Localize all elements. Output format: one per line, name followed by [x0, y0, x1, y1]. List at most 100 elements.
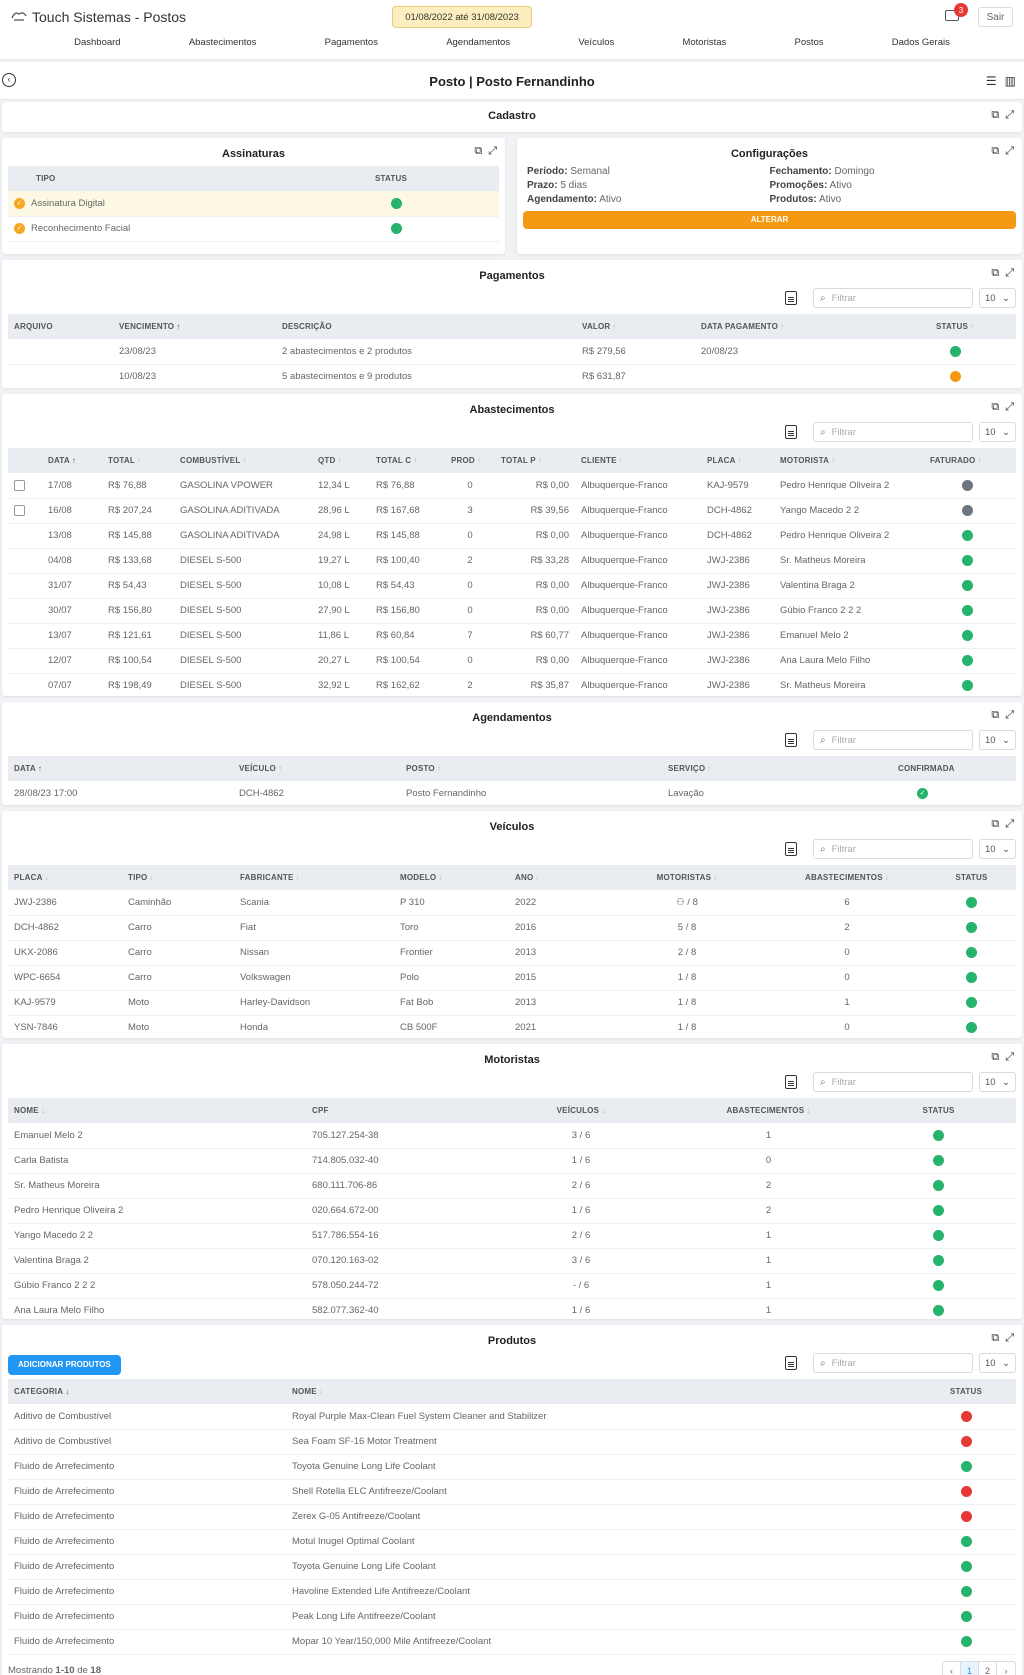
nav-veiculos[interactable]: Veículos: [578, 37, 614, 48]
nav-agendamentos[interactable]: Agendamentos: [446, 37, 510, 48]
table-row[interactable]: 30/07 R$ 156,80 DIESEL S-500 27,90 L R$ 156,…: [8, 598, 1016, 624]
list-view-icon[interactable]: ☰: [986, 74, 997, 88]
expand-icon[interactable]: ⧉: [991, 1332, 999, 1345]
nav-pagamentos[interactable]: Pagamentos: [325, 37, 378, 48]
col-data-pagamento[interactable]: DATA PAGAMENTO ↑: [695, 314, 930, 339]
expand-icon[interactable]: ⧉: [991, 109, 999, 122]
table-row[interactable]: ✓ Assinatura Digital: [8, 191, 499, 217]
col-status[interactable]: STATUS: [861, 1098, 1016, 1123]
export-icon[interactable]: [785, 842, 797, 856]
table-row[interactable]: Fluido de Arrefecimento Toyota Genuine Lo…: [8, 1554, 1016, 1580]
table-row[interactable]: 16/08 R$ 207,24 GASOLINA ADITIVADA 28,96 LR…: [8, 498, 1016, 524]
nav-postos[interactable]: Postos: [795, 37, 824, 48]
filter-input[interactable]: ⌕ Filtrar: [813, 422, 973, 442]
export-icon[interactable]: [785, 1075, 797, 1089]
table-row[interactable]: 31/07 R$ 54,43 DIESEL S-500 10,08 L R$ 54,43…: [8, 573, 1016, 599]
table-row[interactable]: Aditivo de Combustível Sea Foam SF-16 Mot…: [8, 1429, 1016, 1455]
col-status[interactable]: STATUS: [927, 865, 1016, 890]
date-range-picker[interactable]: 01/08/2022 até 31/08/2023: [392, 6, 532, 28]
page-size-select[interactable]: 10 ⌄: [979, 422, 1016, 442]
page-1-button[interactable]: 1: [961, 1661, 979, 1675]
table-row[interactable]: KAJ-9579 Moto Harley-Davidson Fat Bob 2013 1 …: [8, 990, 1016, 1016]
col-modelo[interactable]: MODELO ↓: [394, 865, 509, 890]
table-row[interactable]: Ana Laura Melo Filho 582.077.362-40 1 / 61: [8, 1298, 1016, 1324]
prev-page-button[interactable]: ‹: [943, 1661, 961, 1675]
notifications-icon[interactable]: 3: [945, 3, 968, 21]
col-status[interactable]: STATUS: [369, 166, 499, 191]
col-nome[interactable]: NOME ↓: [286, 1379, 916, 1404]
col-total[interactable]: TOTAL ↑: [102, 448, 174, 473]
page-size-select[interactable]: 10 ⌄: [979, 839, 1016, 859]
col-data[interactable]: DATA ↑: [42, 448, 102, 473]
export-icon[interactable]: [785, 733, 797, 747]
add-products-button[interactable]: ADICIONAR PRODUTOS: [8, 1355, 121, 1375]
table-row[interactable]: Fluido de Arrefecimento Mopar 10 Year/150…: [8, 1629, 1016, 1655]
table-row[interactable]: Fluido de Arrefecimento Shell Rotella ELC…: [8, 1479, 1016, 1505]
col-placa[interactable]: PLACA ↓: [8, 865, 122, 890]
col-qtd[interactable]: QTD ↑: [312, 448, 370, 473]
table-row[interactable]: 17/08 R$ 76,88 GASOLINA VPOWER 12,34 L R$ 76…: [8, 473, 1016, 499]
table-row[interactable]: 13/08 R$ 145,88 GASOLINA ADITIVADA 24,98 LR…: [8, 523, 1016, 549]
filter-input[interactable]: ⌕ Filtrar: [813, 839, 973, 859]
page-size-select[interactable]: 10 ⌄: [979, 288, 1016, 308]
filter-input[interactable]: ⌕ Filtrar: [813, 1072, 973, 1092]
col-combustivel[interactable]: COMBUSTÍVEL ↑: [174, 448, 312, 473]
col-status[interactable]: STATUS: [916, 1379, 1016, 1404]
table-row[interactable]: Fluido de Arrefecimento Peak Long Life An…: [8, 1604, 1016, 1630]
expand-icon[interactable]: ⧉: [991, 709, 999, 722]
col-categoria[interactable]: CATEGORIA ↓: [8, 1379, 286, 1404]
export-icon[interactable]: [785, 291, 797, 305]
col-vencimento[interactable]: VENCIMENTO ↑: [113, 314, 276, 339]
col-data[interactable]: DATA ↑: [8, 756, 233, 781]
fullscreen-icon[interactable]: ⤢: [1005, 1051, 1014, 1064]
table-row[interactable]: Pedro Henrique Oliveira 2 020.664.672-00 1…: [8, 1198, 1016, 1224]
table-row[interactable]: WPC-6654 Carro Volkswagen Polo 2015 1 / 8 0: [8, 965, 1016, 991]
col-servico[interactable]: SERVIÇO ↑: [662, 756, 892, 781]
table-row[interactable]: 28/08/23 17:00 DCH-4862 Posto Fernandinh…: [8, 781, 1016, 807]
table-row[interactable]: UKX-2086 Carro Nissan Frontier 2013 2 / 8 0: [8, 940, 1016, 966]
page-size-select[interactable]: 10 ⌄: [979, 730, 1016, 750]
fullscreen-icon[interactable]: ⤢: [1005, 401, 1014, 414]
table-row[interactable]: Carla Batista 714.805.032-40 1 / 60: [8, 1148, 1016, 1174]
table-row[interactable]: Sr. Matheus Moreira 680.111.706-86 2 / 62: [8, 1173, 1016, 1199]
table-row[interactable]: 12/07 R$ 100,54 DIESEL S-500 20,27 L R$ 100,…: [8, 648, 1016, 674]
nav-dados-gerais[interactable]: Dados Gerais: [892, 37, 950, 48]
expand-icon[interactable]: ⧉: [991, 145, 999, 158]
filter-input[interactable]: ⌕ Filtrar: [813, 730, 973, 750]
table-row[interactable]: Fluido de Arrefecimento Zerex G-05 Antifr…: [8, 1504, 1016, 1530]
col-veiculo[interactable]: VEÍCULO ↑: [233, 756, 400, 781]
col-tipo[interactable]: TIPO ↓: [122, 865, 234, 890]
col-confirmada[interactable]: CONFIRMADA: [892, 756, 1016, 781]
col-posto[interactable]: POSTO ↑: [400, 756, 662, 781]
app-brand[interactable]: Touch Sistemas - Postos: [10, 9, 186, 25]
filter-input[interactable]: ⌕ Filtrar: [813, 1353, 973, 1373]
table-row[interactable]: Fluido de Arrefecimento Motul Inugel Opti…: [8, 1529, 1016, 1555]
col-ano[interactable]: ANO ↓: [509, 865, 607, 890]
cell-arquivo[interactable]: [8, 339, 113, 365]
fullscreen-icon[interactable]: ⤢: [1005, 709, 1014, 722]
col-total-p[interactable]: TOTAL P ↑: [495, 448, 575, 473]
expand-icon[interactable]: ⧉: [991, 401, 999, 414]
row-checkbox[interactable]: [14, 504, 25, 516]
row-checkbox[interactable]: [14, 479, 25, 491]
chart-view-icon[interactable]: ▥: [1005, 74, 1016, 88]
col-descricao[interactable]: DESCRIÇÃO: [276, 314, 576, 339]
page-size-select[interactable]: 10 ⌄: [979, 1072, 1016, 1092]
nav-motoristas[interactable]: Motoristas: [682, 37, 726, 48]
table-row[interactable]: YSN-7846 Moto Honda CB 500F 2021 1 / 8 0: [8, 1015, 1016, 1041]
table-row[interactable]: Yango Macedo 2 2 517.786.554-16 2 / 61: [8, 1223, 1016, 1249]
expand-icon[interactable]: ⧉: [991, 818, 999, 831]
nav-abastecimentos[interactable]: Abastecimentos: [189, 37, 257, 48]
table-row[interactable]: Aditivo de Combustível Royal Purple Max-C…: [8, 1404, 1016, 1430]
table-row[interactable]: Gúbio Franco 2 2 2 578.050.244-72- / 61: [8, 1273, 1016, 1299]
nav-dashboard[interactable]: Dashboard: [74, 37, 120, 48]
table-row[interactable]: 23/08/23 2 abastecimentos e 2 produtos R…: [8, 339, 1016, 365]
expand-icon[interactable]: ⧉: [474, 145, 482, 158]
table-row[interactable]: 13/07 R$ 121,61 DIESEL S-500 11,86 L R$ 60,8…: [8, 623, 1016, 649]
fullscreen-icon[interactable]: ⤢: [1005, 109, 1014, 122]
expand-icon[interactable]: ⧉: [991, 1051, 999, 1064]
fullscreen-icon[interactable]: ⤢: [488, 145, 497, 158]
col-abastecimentos[interactable]: ABASTECIMENTOS ↓: [676, 1098, 861, 1123]
cell-arquivo[interactable]: [8, 364, 113, 390]
table-row[interactable]: 07/07 R$ 198,49 DIESEL S-500 32,92 L R$ 162,…: [8, 673, 1016, 699]
